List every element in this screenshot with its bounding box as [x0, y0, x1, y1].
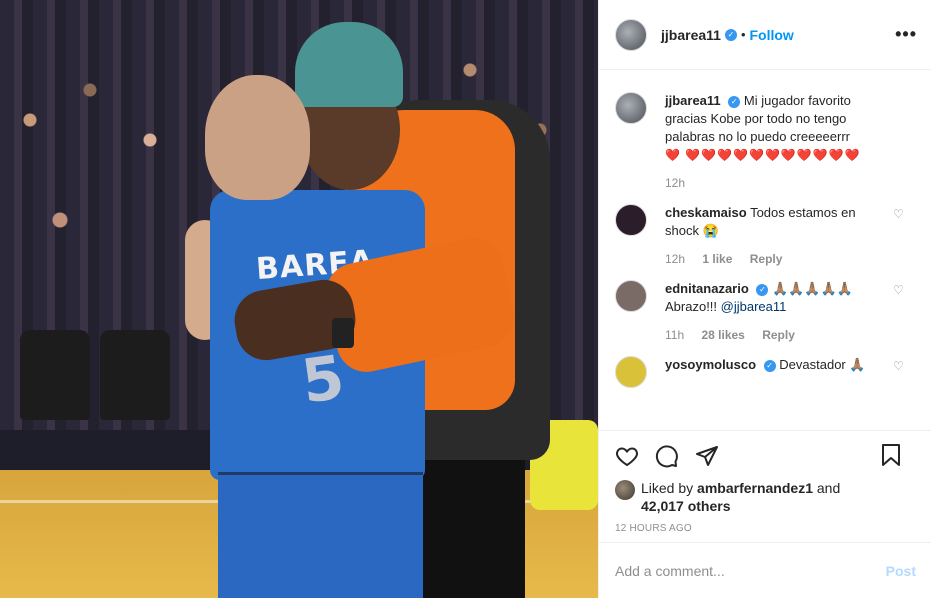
- more-options-icon[interactable]: •••: [895, 24, 917, 45]
- save-bookmark-icon[interactable]: [880, 443, 902, 467]
- author-username[interactable]: jjbarea11: [661, 27, 721, 43]
- comment-mention[interactable]: @jjbarea11: [721, 299, 787, 314]
- caption-username[interactable]: jjbarea11: [665, 93, 721, 108]
- likes-count[interactable]: 42,017 others: [641, 498, 731, 514]
- verified-badge-icon: ✓: [724, 28, 737, 41]
- post-comment-button[interactable]: Post: [886, 563, 916, 579]
- player-two-hat: [295, 22, 403, 107]
- caption-meta: 12h: [665, 176, 893, 190]
- liked-by-prefix: Liked by: [641, 480, 698, 496]
- post-timestamp[interactable]: 12 HOURS AGO: [615, 523, 916, 534]
- post-photo[interactable]: BAREA 5: [0, 0, 598, 598]
- liked-by-user[interactable]: ambarfernandez1: [697, 480, 813, 496]
- comment-username[interactable]: ednitanazario: [665, 281, 749, 296]
- separator-dot: •: [740, 27, 746, 42]
- caption-hearts: ❤️ ❤️❤️❤️❤️❤️❤️❤️❤️❤️❤️❤️: [665, 148, 861, 162]
- comment-body: Abrazo!!!: [665, 299, 721, 314]
- caption-text: jjbarea11 ✓ Mi jugador favorito gracias …: [665, 92, 893, 164]
- commenter-avatar[interactable]: [615, 280, 647, 312]
- post-header: jjbarea11 ✓ • Follow •••: [599, 0, 931, 70]
- caption-avatar[interactable]: [615, 92, 647, 124]
- comment-username[interactable]: cheskamaiso: [665, 205, 747, 220]
- comment-meta: 12h 1 like Reply: [665, 252, 893, 266]
- comment-meta: 11h 28 likes Reply: [665, 328, 893, 342]
- verified-badge-icon: ✓: [756, 283, 769, 296]
- add-comment-bar: Post: [599, 542, 931, 598]
- comment-item: ednitanazario ✓ 🙏🏽🙏🏽🙏🏽🙏🏽🙏🏽 Abrazo!!! @jj…: [615, 280, 915, 342]
- courtside-chair: [100, 330, 170, 420]
- comment-body: Devastador 🙏🏽: [779, 357, 866, 372]
- courtside-chair: [20, 330, 90, 420]
- player-two-legs: [415, 440, 525, 598]
- comment-text: yosoymolusco ✓ Devastador 🙏🏽: [665, 356, 893, 374]
- comment-bubble-icon[interactable]: [655, 444, 679, 468]
- verified-badge-icon: ✓: [763, 359, 776, 372]
- likes-summary: Liked by ambarfernandez1 and 42,017 othe…: [615, 479, 916, 515]
- comments-list[interactable]: jjbarea11 ✓ Mi jugador favorito gracias …: [599, 70, 931, 430]
- caption-time[interactable]: 12h: [665, 176, 685, 190]
- like-comment-heart-icon[interactable]: ♡: [893, 360, 905, 372]
- author-avatar[interactable]: [615, 18, 647, 51]
- comment-username[interactable]: yosoymolusco: [665, 357, 756, 372]
- comment-text: ednitanazario ✓ 🙏🏽🙏🏽🙏🏽🙏🏽🙏🏽 Abrazo!!! @jj…: [665, 280, 893, 316]
- share-send-icon[interactable]: [695, 444, 719, 468]
- watch: [332, 318, 354, 348]
- post-actions: Liked by ambarfernandez1 and 42,017 othe…: [599, 430, 931, 534]
- caption: jjbarea11 ✓ Mi jugador favorito gracias …: [615, 92, 915, 190]
- comment-item: cheskamaiso Todos estamos en shock 😭 12h…: [615, 204, 915, 266]
- comment-likes[interactable]: 28 likes: [701, 328, 744, 342]
- like-comment-heart-icon[interactable]: ♡: [893, 284, 905, 296]
- post-sidebar: jjbarea11 ✓ • Follow ••• jjbarea11 ✓ Mi …: [598, 0, 931, 598]
- player-one-shorts: [218, 475, 423, 598]
- comment-likes[interactable]: 1 like: [702, 252, 732, 266]
- player-one-head: [205, 75, 310, 200]
- follow-button[interactable]: Follow: [750, 27, 794, 43]
- comment-time[interactable]: 12h: [665, 252, 685, 266]
- liker-avatar[interactable]: [615, 480, 635, 500]
- like-comment-heart-icon[interactable]: ♡: [893, 208, 905, 220]
- like-heart-icon[interactable]: [615, 444, 639, 468]
- comment-emojis: 🙏🏽🙏🏽🙏🏽🙏🏽🙏🏽: [772, 281, 853, 296]
- add-comment-input[interactable]: [615, 562, 886, 579]
- comment-time[interactable]: 11h: [665, 328, 684, 342]
- commenter-avatar[interactable]: [615, 356, 647, 388]
- commenter-avatar[interactable]: [615, 204, 647, 236]
- instagram-post: BAREA 5 jjbarea11 ✓ • Follow ••• jjbarea…: [0, 0, 931, 598]
- reply-button[interactable]: Reply: [762, 328, 795, 342]
- liked-by-and: and: [812, 480, 841, 496]
- comment-item: yosoymolusco ✓ Devastador 🙏🏽 ♡: [615, 356, 915, 388]
- verified-badge-icon: ✓: [728, 95, 741, 108]
- comment-text: cheskamaiso Todos estamos en shock 😭: [665, 204, 893, 240]
- action-icons: [615, 443, 916, 469]
- reply-button[interactable]: Reply: [750, 252, 783, 266]
